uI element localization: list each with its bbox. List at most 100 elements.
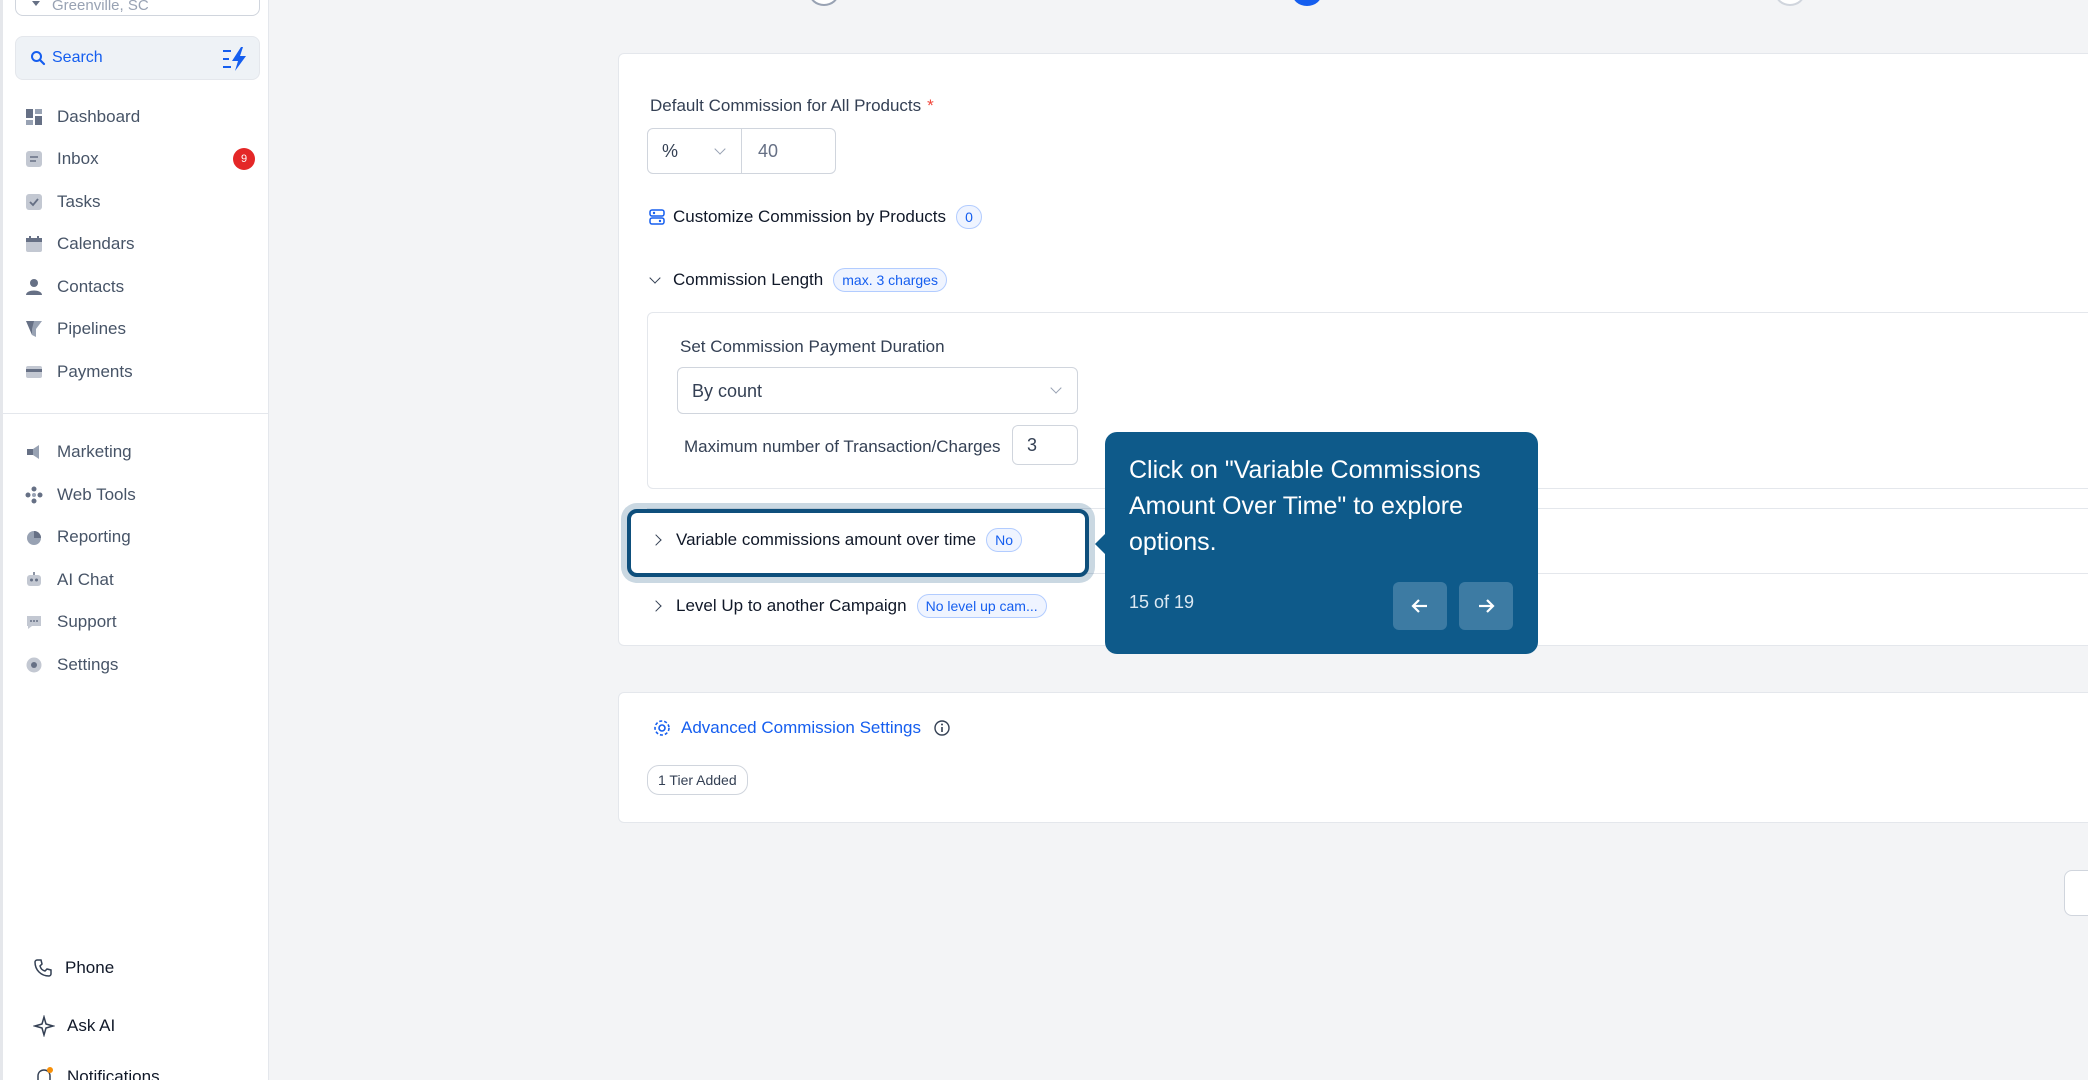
dashboard-icon (25, 108, 43, 126)
advanced-settings-label: Advanced Commission Settings (681, 718, 922, 737)
commission-length-toggle[interactable]: Commission Length max. 3 charges (649, 268, 947, 292)
max-charges-value: 3 (1027, 435, 1038, 455)
edge-action-button[interactable] (2064, 870, 2088, 916)
sidebar-item-label: Tasks (57, 192, 101, 211)
sidebar-item-reporting[interactable]: Reporting (25, 522, 265, 552)
settings-icon (25, 656, 43, 674)
sidebar-item-payments[interactable]: Payments (25, 357, 265, 387)
sidebar-item-calendars[interactable]: Calendars (25, 229, 265, 259)
sidebar-item-contacts[interactable]: Contacts (25, 272, 265, 302)
chevron-down-icon (649, 272, 661, 284)
sidebar-item-label: AI Chat (57, 570, 114, 589)
customize-commission-link[interactable]: Customize Commission by Products 0 (649, 205, 983, 229)
phone-label: Phone (65, 958, 115, 977)
duration-label: Set Commission Payment Duration (680, 337, 945, 356)
duration-value: By count (692, 381, 763, 401)
sidebar-item-dashboard[interactable]: Dashboard (25, 102, 265, 132)
arrow-right-icon (1479, 599, 1495, 613)
location-label: Greenville, SC (52, 0, 149, 14)
marketing-icon (25, 443, 43, 461)
sidebar-notifications[interactable]: Notifications (33, 1066, 160, 1080)
sidebar-divider (3, 413, 269, 414)
sidebar-item-label: Payments (57, 362, 133, 381)
sidebar-item-inbox[interactable]: Inbox 9 (25, 144, 265, 174)
level-up-toggle[interactable]: Level Up to another Campaign No level up… (650, 594, 1047, 618)
level-up-label: Level Up to another Campaign (676, 596, 907, 615)
sidebar-item-label: Dashboard (57, 107, 141, 126)
inbox-count-badge: 9 (233, 148, 255, 170)
duration-select[interactable]: By count (677, 367, 1078, 414)
inbox-icon (25, 150, 43, 168)
tooltip-next-button[interactable] (1459, 582, 1513, 630)
search-label: Search (52, 49, 103, 66)
tooltip-prev-button[interactable] (1393, 582, 1447, 630)
sparkle-icon (33, 1015, 55, 1037)
sidebar-item-label: Contacts (57, 277, 125, 296)
payments-icon (25, 363, 43, 381)
chevron-down-icon (714, 143, 726, 155)
chevron-right-icon (650, 534, 662, 546)
chevron-right-icon (650, 600, 662, 612)
step-indicator (1775, 0, 1805, 6)
sidebar-item-web-tools[interactable]: Web Tools (25, 480, 265, 510)
advanced-settings-link[interactable]: Advanced Commission Settings (653, 718, 951, 738)
sidebar-item-label: Calendars (57, 234, 135, 253)
sidebar-item-marketing[interactable]: Marketing (25, 437, 265, 467)
step-indicator (809, 0, 839, 6)
location-selector[interactable]: Greenville, SC (15, 0, 260, 16)
customize-count-badge: 0 (956, 205, 983, 229)
variable-commissions-label: Variable commissions amount over time (676, 530, 977, 549)
default-commission-label: Default Commission for All Products * (650, 96, 934, 115)
commission-value: 40 (758, 141, 779, 161)
ask-ai-label: Ask AI (67, 1016, 116, 1035)
level-up-pill: No level up cam... (916, 594, 1047, 618)
quick-actions-icon[interactable] (221, 45, 249, 73)
arrow-left-icon (1411, 599, 1427, 613)
tooltip-progress: 15 of 19 (1129, 592, 1195, 612)
step-indicator-active (1292, 0, 1322, 6)
commission-unit-select[interactable]: % (647, 128, 742, 174)
phone-icon (34, 959, 52, 977)
contacts-icon (25, 278, 43, 296)
sidebar-item-tasks[interactable]: Tasks (25, 187, 265, 217)
web-tools-icon (25, 486, 43, 504)
commission-length-label: Commission Length (673, 270, 824, 289)
sidebar-item-label: Inbox (57, 149, 99, 168)
ai-chat-icon (25, 571, 43, 589)
reporting-icon (25, 528, 43, 546)
sidebar-item-label: Reporting (57, 527, 131, 546)
customize-label: Customize Commission by Products (673, 207, 947, 226)
sidebar-item-label: Web Tools (57, 485, 136, 504)
calendar-icon (25, 235, 43, 253)
bell-icon (37, 1067, 53, 1080)
tooltip-text: Click on "Variable Commissions Amount Ov… (1129, 456, 1481, 556)
search-icon (31, 51, 46, 66)
unit-value: % (662, 141, 679, 161)
sidebar-item-support[interactable]: Support (25, 607, 265, 637)
sidebar-item-settings[interactable]: Settings (25, 650, 265, 680)
sidebar-item-ai-chat[interactable]: AI Chat (25, 565, 265, 595)
sidebar-item-label: Support (57, 612, 117, 631)
pipelines-icon (25, 320, 43, 338)
tier-badge: 1 Tier Added (647, 765, 748, 795)
info-icon[interactable] (933, 719, 951, 737)
sidebar-item-label: Settings (57, 655, 119, 674)
sidebar: Greenville, SC Search Dashboard Inbox 9 … (0, 0, 269, 1080)
variable-commissions-toggle[interactable]: Variable commissions amount over time No (650, 528, 1023, 552)
customize-icon (649, 209, 665, 225)
sidebar-phone[interactable]: Phone (33, 958, 114, 978)
sidebar-item-label: Pipelines (57, 319, 126, 338)
max-charges-label: Maximum number of Transaction/Charges (684, 437, 1001, 456)
sidebar-item-label: Marketing (57, 442, 132, 461)
notifications-label: Notifications (67, 1067, 160, 1080)
chevron-down-icon (1050, 382, 1062, 394)
commission-value-input[interactable]: 40 (741, 128, 836, 174)
variable-pill: No (986, 528, 1023, 552)
sidebar-item-pipelines[interactable]: Pipelines (25, 314, 265, 344)
caret-down-icon (32, 1, 40, 6)
length-pill: max. 3 charges (833, 268, 947, 292)
tasks-icon (25, 193, 43, 211)
max-charges-input[interactable]: 3 (1012, 425, 1078, 465)
search-button[interactable]: Search (15, 36, 260, 80)
sidebar-ask-ai[interactable]: Ask AI (33, 1015, 115, 1037)
